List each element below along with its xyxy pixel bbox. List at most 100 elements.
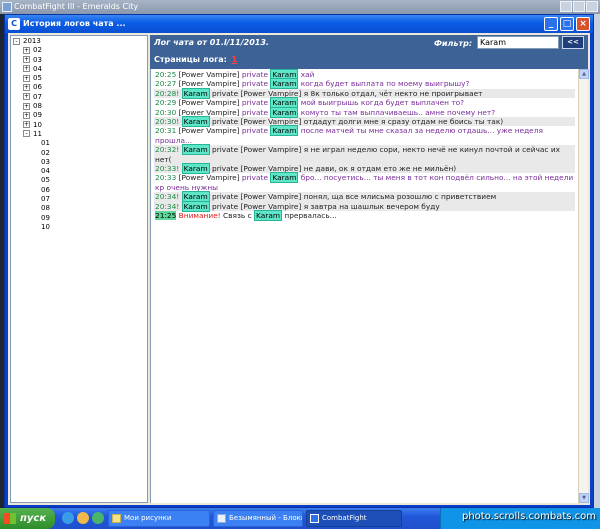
tree-node[interactable]: +09 [11,111,147,120]
tree-node[interactable]: +08 [11,102,147,111]
minimize-icon[interactable] [560,1,572,12]
expand-icon[interactable]: + [23,102,30,110]
tree-node[interactable]: -11 [11,130,147,139]
tree-node[interactable]: 03 [11,158,147,167]
collapse-icon[interactable]: - [23,130,30,138]
message-sender[interactable]: [Power Vampire] [179,70,240,79]
expand-icon[interactable]: + [23,46,30,54]
minimize-button[interactable]: _ [544,17,558,31]
tree-node-label: 08 [33,102,42,111]
message-time: 20:29 [155,98,177,108]
collapse-icon[interactable]: - [13,37,20,45]
explorer-icon[interactable] [77,512,89,524]
tree-node-label: 03 [33,55,42,64]
message-recipient[interactable]: Karam [270,106,299,118]
tree-node[interactable]: 05 [11,176,147,185]
outer-window-titlebar: CombatFight III - Emeralds City [0,0,600,14]
close-icon[interactable] [586,1,598,12]
tree-node-label: 05 [41,176,50,185]
message-sender[interactable]: [Power Vampire] [179,173,240,182]
message-time: 20:34! [155,192,180,202]
window-titlebar[interactable]: C История логов чата ... _ □ × [5,15,593,33]
message-sender[interactable]: [Power Vampire] [179,126,240,135]
message-recipient[interactable]: Karam [270,78,299,90]
maximize-icon[interactable] [573,1,585,12]
tree-node[interactable]: +03 [11,56,147,65]
ie-icon[interactable] [62,512,74,524]
tree-node[interactable]: +10 [11,121,147,130]
chat-message: 20:34! Karam private [Power Vampire] пон… [154,191,575,203]
tree-node[interactable]: +05 [11,74,147,83]
pages-label: Страницы лога: [154,55,227,64]
tree-node[interactable]: +04 [11,65,147,74]
message-text: хай [300,70,315,79]
expand-icon[interactable]: + [23,93,30,101]
tree-node-label: 03 [41,157,50,166]
tree-node[interactable]: -2013 [11,37,147,46]
watermark: photo.scrolls.combats.com [461,511,596,522]
expand-icon[interactable]: + [23,111,30,119]
chat-message: 20:29 [Power Vampire] private Karam мой … [154,97,575,109]
media-icon[interactable] [92,512,104,524]
system-message: 21:25 Внимание! Связь с Karam прервалась… [154,210,575,222]
background-window-edge-right [594,14,600,508]
message-sender[interactable]: Karam [181,144,210,156]
message-mode: private [241,70,269,79]
window-title: История логов чата ... [23,19,126,28]
tree-node-label: 04 [41,167,50,176]
system-tray: photo.scrolls.combats.com [440,508,600,529]
tree-node[interactable]: 10 [11,223,147,232]
tree-node-label: 11 [33,129,42,138]
tree-node[interactable]: +07 [11,93,147,102]
log-header: Лог чата от 01.l/11/2013. Фильтр: << Стр… [150,35,588,69]
task-pictures[interactable]: Мои рисунки [108,510,210,527]
task-combatfight[interactable]: CombatFight [306,510,402,527]
tree-node[interactable]: 06 [11,186,147,195]
message-sender[interactable]: [Power Vampire] [179,98,240,107]
expand-icon[interactable]: + [23,65,30,73]
message-nick[interactable]: Karam [254,210,283,222]
expand-icon[interactable]: + [23,56,30,64]
expand-icon[interactable]: + [23,74,30,82]
tree-node-label: 08 [41,204,50,213]
warning-label: Внимание! [178,211,221,221]
chat-log[interactable]: 20:25 [Power Vampire] private Karam хай 2… [150,69,578,503]
tree-node[interactable]: 09 [11,214,147,223]
maximize-button[interactable]: □ [560,17,574,31]
chat-message: 20:34! Karam private [Power Vampire] я з… [154,200,575,212]
tree-node[interactable]: 04 [11,167,147,176]
message-mode: private [212,201,239,211]
message-text: прервалась... [284,211,337,221]
pages-row: Страницы лога: 1 [154,55,237,64]
close-button[interactable]: × [576,17,590,31]
expand-icon[interactable]: + [23,83,30,91]
start-button[interactable]: пуск [0,508,55,529]
outer-window-controls [560,1,598,12]
tree-node[interactable]: +06 [11,83,147,92]
task-notepad[interactable]: Безымянный - Блокнот [213,510,303,527]
scroll-down-icon[interactable]: ▼ [579,493,589,503]
tree-node[interactable]: 02 [11,149,147,158]
tree-node-label: 01 [41,139,50,148]
tree-node-label: 06 [33,83,42,92]
scroll-up-icon[interactable]: ▲ [579,69,589,79]
tree-node[interactable]: +02 [11,46,147,55]
message-recipient[interactable]: [Power Vampire] [241,145,302,154]
message-recipient[interactable]: Karam [270,172,299,184]
date-tree[interactable]: -2013 +02 +03 +04 +05 +06 +07 +08 +09 +10-11 01 02 0… [10,35,148,503]
tree-node-label: 04 [33,64,42,73]
message-text: понял, ща все млисьма розошлю с приветст… [303,192,497,202]
message-recipient[interactable]: Karam [270,125,299,137]
message-mode: private [212,192,239,202]
tree-node[interactable]: 07 [11,195,147,204]
tree-node-label: 10 [33,120,42,129]
filter-apply-button[interactable]: << [562,36,584,49]
expand-icon[interactable]: + [23,121,30,129]
tree-node[interactable]: 08 [11,204,147,213]
filter-input[interactable] [477,36,559,49]
message-text: отдадут долги мне я сразу отдам не боись… [303,117,504,127]
log-scrollbar[interactable]: ▲ ▼ [578,69,589,503]
tree-node[interactable]: 01 [11,139,147,148]
message-recipient[interactable]: [Power Vampire] [241,192,302,201]
page-link[interactable]: 1 [232,55,238,64]
